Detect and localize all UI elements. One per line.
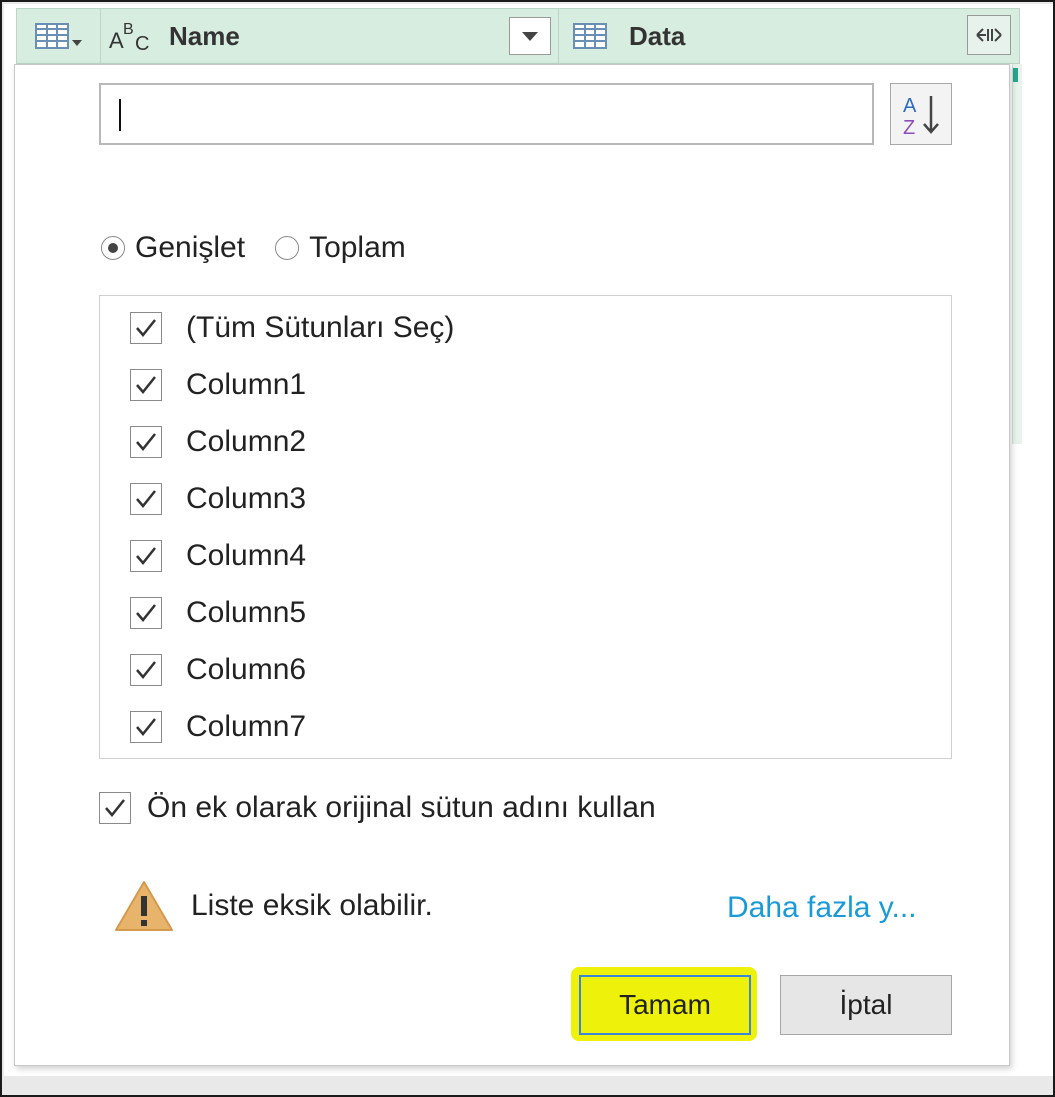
checkmark-icon xyxy=(136,661,156,679)
checkbox[interactable] xyxy=(130,654,162,686)
grid-edge xyxy=(1012,64,1022,444)
checkmark-icon xyxy=(136,433,156,451)
aggregate-radio[interactable] xyxy=(275,236,300,260)
checkbox[interactable] xyxy=(130,711,162,743)
list-item[interactable]: Column7 xyxy=(130,707,306,747)
list-item-label: Column5 xyxy=(186,596,307,629)
svg-text:A: A xyxy=(109,28,124,53)
sort-az-icon: A Z xyxy=(903,95,939,139)
cancel-button[interactable]: İptal xyxy=(780,975,952,1035)
sort-az-button[interactable]: A Z xyxy=(890,83,952,145)
mode-radio-group: Genişlet Toplam xyxy=(101,231,406,265)
table-menu-button[interactable] xyxy=(17,9,101,63)
checkbox[interactable] xyxy=(130,597,162,629)
aggregate-radio-label[interactable]: Toplam xyxy=(309,231,406,265)
table-icon xyxy=(573,23,607,49)
list-item[interactable]: Column1 xyxy=(130,365,306,405)
checkmark-icon xyxy=(136,718,156,736)
search-input[interactable] xyxy=(99,83,874,145)
text-type-icon: A B C xyxy=(109,21,149,54)
warning-message: Liste eksik olabilir. xyxy=(113,879,433,933)
name-column-header[interactable]: A B C Name xyxy=(101,9,559,63)
warning-icon xyxy=(115,881,173,931)
list-item-label: Column4 xyxy=(186,539,307,572)
list-item-label: Column7 xyxy=(186,710,307,743)
chevron-down-icon xyxy=(522,31,538,41)
list-item[interactable]: Column2 xyxy=(130,422,306,462)
svg-text:B: B xyxy=(123,21,134,38)
checkbox[interactable] xyxy=(130,540,162,572)
list-item-label: Column2 xyxy=(186,425,307,458)
prefix-label: Ön ek olarak orijinal sütun adını kullan xyxy=(147,791,656,824)
table-icon xyxy=(35,23,69,49)
svg-text:A: A xyxy=(903,95,917,117)
window-frame: A B C Name Data A Z Genişlet Toplam (Tüm… xyxy=(0,0,1055,1097)
checkmark-icon xyxy=(136,319,156,337)
column-header-row: A B C Name Data xyxy=(16,8,1020,64)
radio-dot xyxy=(108,243,118,253)
checkmark-icon xyxy=(136,490,156,508)
expand-radio[interactable] xyxy=(101,236,125,260)
list-item-label: (Tüm Sütunları Seç) xyxy=(186,311,455,344)
checkmark-icon xyxy=(105,799,125,817)
warning-text: Liste eksik olabilir. xyxy=(191,889,433,922)
chevron-down-icon xyxy=(72,40,82,46)
data-column-header[interactable]: Data xyxy=(559,9,1021,63)
name-column-label: Name xyxy=(169,20,240,51)
list-item[interactable]: Column5 xyxy=(130,593,306,633)
more-link[interactable]: Daha fazla y... xyxy=(727,891,917,925)
expand-columns-dialog: A Z Genişlet Toplam (Tüm Sütunları Seç) … xyxy=(14,64,1010,1066)
list-item-label: Column3 xyxy=(186,482,307,515)
expand-column-button[interactable] xyxy=(967,15,1011,55)
checkmark-icon xyxy=(136,604,156,622)
checkbox[interactable] xyxy=(130,369,162,401)
checkmark-icon xyxy=(136,547,156,565)
list-item[interactable]: (Tüm Sütunları Seç) xyxy=(130,308,454,348)
svg-text:Z: Z xyxy=(903,117,915,139)
expand-icon xyxy=(976,28,1002,42)
list-item[interactable]: Column4 xyxy=(130,536,306,576)
checkbox[interactable] xyxy=(130,483,162,515)
list-item[interactable]: Column3 xyxy=(130,479,306,519)
svg-text:C: C xyxy=(135,33,149,54)
text-caret xyxy=(119,99,121,131)
checkmark-icon xyxy=(136,376,156,394)
scroll-marker xyxy=(1013,68,1018,82)
prefix-option[interactable]: Ön ek olarak orijinal sütun adını kullan xyxy=(99,791,656,825)
column-list[interactable]: (Tüm Sütunları Seç) Column1 Column2 Colu… xyxy=(99,295,952,759)
checkbox[interactable] xyxy=(130,426,162,458)
prefix-checkbox[interactable] xyxy=(99,792,131,824)
name-filter-dropdown[interactable] xyxy=(509,17,551,55)
ok-button[interactable]: Tamam xyxy=(579,975,751,1035)
list-item[interactable]: Column6 xyxy=(130,650,306,690)
checkbox[interactable] xyxy=(130,312,162,344)
data-column-label: Data xyxy=(629,20,686,51)
list-item-label: Column6 xyxy=(186,653,307,686)
list-item-label: Column1 xyxy=(186,368,307,401)
expand-radio-label[interactable]: Genişlet xyxy=(135,231,245,265)
